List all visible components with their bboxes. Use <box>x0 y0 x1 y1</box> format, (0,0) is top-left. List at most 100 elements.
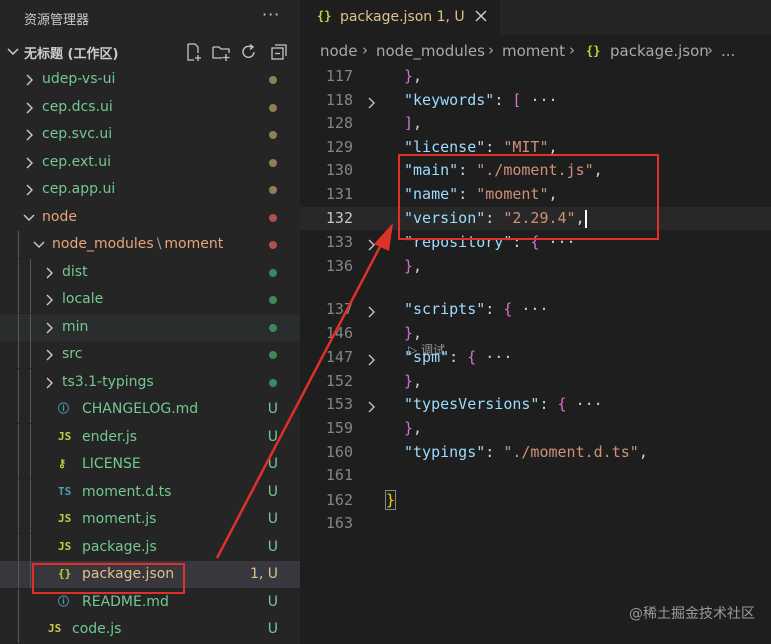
line-number: 146 <box>325 324 353 342</box>
line-number: 159 <box>325 419 353 437</box>
code-line[interactable]: 163 <box>300 512 771 535</box>
folder-cep-app-ui[interactable]: cep.app.ui <box>0 176 300 203</box>
new-folder-icon[interactable] <box>211 42 231 62</box>
line-number: 136 <box>325 257 353 275</box>
folder-dist[interactable]: dist <box>0 258 300 286</box>
file-name-label: moment.d.ts <box>82 483 172 500</box>
folder-cep-svc-ui[interactable]: cep.svc.ui <box>0 121 300 148</box>
code-line[interactable]: 147 "spm": { ··· <box>300 346 771 369</box>
workspace-header[interactable]: 无标题 (工作区) <box>0 40 300 64</box>
fold-chevron-icon[interactable] <box>366 236 378 251</box>
new-file-icon[interactable] <box>183 42 203 62</box>
file-package-js[interactable]: JS package.js U <box>0 533 300 561</box>
git-status-dot <box>269 268 277 277</box>
code-line[interactable]: 136}, <box>300 255 771 278</box>
folder-udep-vs-ui[interactable]: udep-vs-ui <box>0 66 300 93</box>
code-line[interactable]: 128], <box>300 112 771 135</box>
file-name-label: LICENSE <box>82 456 141 472</box>
line-number: 163 <box>325 514 353 532</box>
breadcrumb-node[interactable]: node <box>320 42 357 60</box>
chevron-right-icon[interactable] <box>42 265 56 281</box>
fold-chevron-icon[interactable] <box>366 398 378 413</box>
folder-cep-dcs-ui[interactable]: cep.dcs.ui <box>0 94 300 121</box>
javascript-file-icon: JS <box>58 429 72 443</box>
close-icon[interactable] <box>473 8 489 24</box>
code-line[interactable]: 160 "typings": "./moment.d.ts", <box>300 441 771 464</box>
collapse-all-icon[interactable] <box>269 42 289 62</box>
indent-guide <box>30 561 31 588</box>
line-number: 117 <box>325 67 353 85</box>
code-line[interactable]: 153 "typesVersions": { ··· <box>300 393 771 416</box>
line-number: 152 <box>325 372 353 390</box>
more-actions-icon[interactable]: ··· <box>262 5 280 24</box>
chevron-down-icon[interactable] <box>22 210 36 226</box>
chevron-right-icon[interactable] <box>22 155 36 171</box>
indent-guide <box>18 451 19 478</box>
folder-node[interactable]: node <box>0 204 300 231</box>
indent-guide <box>18 313 19 341</box>
file-changelog-md[interactable]: ⓘ CHANGELOG.md U <box>0 396 300 423</box>
file-license[interactable]: ⚷ LICENSE U <box>0 451 300 478</box>
code-line[interactable]: 152}, <box>300 370 771 393</box>
line-number: 129 <box>325 138 353 156</box>
breadcrumb-moment[interactable]: moment <box>502 42 565 60</box>
chevron-right-icon[interactable] <box>42 320 56 336</box>
chevron-right-icon[interactable] <box>22 182 36 198</box>
breadcrumb-package-json[interactable]: package.json <box>610 42 709 60</box>
file-name-label: cep.dcs.ui <box>42 98 113 115</box>
breadcrumb-more[interactable]: ... <box>721 42 735 60</box>
code-text: }, <box>404 372 423 390</box>
chevron-right-icon[interactable] <box>22 72 36 88</box>
code-line[interactable]: 118 "keywords": [ ··· <box>300 89 771 112</box>
indent-guide <box>18 423 19 451</box>
chevron-right-icon[interactable] <box>42 375 56 391</box>
code-line[interactable]: 162} <box>300 489 771 512</box>
breadcrumb-node-modules[interactable]: node_modules <box>376 42 485 60</box>
refresh-icon[interactable] <box>239 42 259 62</box>
file-name-label: CHANGELOG.md <box>82 401 199 417</box>
file-name-label: locale <box>62 291 104 307</box>
file-ender-js[interactable]: JS ender.js U <box>0 423 300 451</box>
indent-guide <box>30 478 31 506</box>
fold-chevron-icon[interactable] <box>366 94 378 109</box>
git-status-badge: 1, U <box>249 566 278 582</box>
code-line[interactable]: 159}, <box>300 417 771 440</box>
code-text: "keywords": [ ··· <box>404 91 558 109</box>
tab-package-json[interactable]: {} package.json 1, U <box>300 0 500 35</box>
file-moment-js[interactable]: JS moment.js U <box>0 506 300 533</box>
line-number: 137 <box>325 300 353 318</box>
chevron-right-icon[interactable] <box>42 292 56 308</box>
code-line[interactable]: 137 "scripts": { ··· <box>300 298 771 321</box>
folder-min[interactable]: min <box>0 313 300 341</box>
fold-chevron-icon[interactable] <box>366 351 378 366</box>
chevron-down-icon[interactable] <box>32 237 46 253</box>
folder-src[interactable]: src <box>0 341 300 368</box>
file-name-label: cep.ext.ui <box>42 153 112 170</box>
code-line[interactable]: 161 <box>300 464 771 487</box>
file-moment-d-ts[interactable]: TS moment.d.ts U <box>0 478 300 506</box>
code-line[interactable]: 117}, <box>300 65 771 88</box>
indent-guide <box>30 368 31 396</box>
code-line[interactable]: 146}, <box>300 322 771 345</box>
code-text: "scripts": { ··· <box>404 300 549 318</box>
folder-ts3-1-typings[interactable]: ts3.1-typings <box>0 368 300 396</box>
code-editor[interactable]: ▷ 调试 117}, 118 "keywords": [ ··· 128], 129 "l… <box>300 65 771 644</box>
typescript-file-icon: TS <box>58 484 72 498</box>
indent-guide <box>30 451 31 478</box>
explorer-title: 资源管理器 <box>24 13 90 28</box>
chevron-right-icon[interactable] <box>22 100 36 116</box>
folder-locale[interactable]: locale <box>0 286 300 313</box>
indent-guide <box>30 258 31 286</box>
git-status-dot <box>269 351 277 359</box>
chevron-right-icon[interactable] <box>42 347 56 363</box>
chevron-down-icon[interactable] <box>6 42 20 62</box>
git-status-dot <box>269 213 277 222</box>
folder-node-modules-moment[interactable]: node_modules \ moment <box>0 231 300 258</box>
git-status-dot <box>269 103 277 112</box>
chevron-right-icon[interactable] <box>22 127 36 143</box>
folder-cep-ext-ui[interactable]: cep.ext.ui <box>0 149 300 176</box>
git-status-badge: U <box>267 593 278 610</box>
file-code-js[interactable]: JS code.js U <box>0 616 300 643</box>
json-file-icon: {} <box>586 44 601 58</box>
fold-chevron-icon[interactable] <box>366 303 378 318</box>
